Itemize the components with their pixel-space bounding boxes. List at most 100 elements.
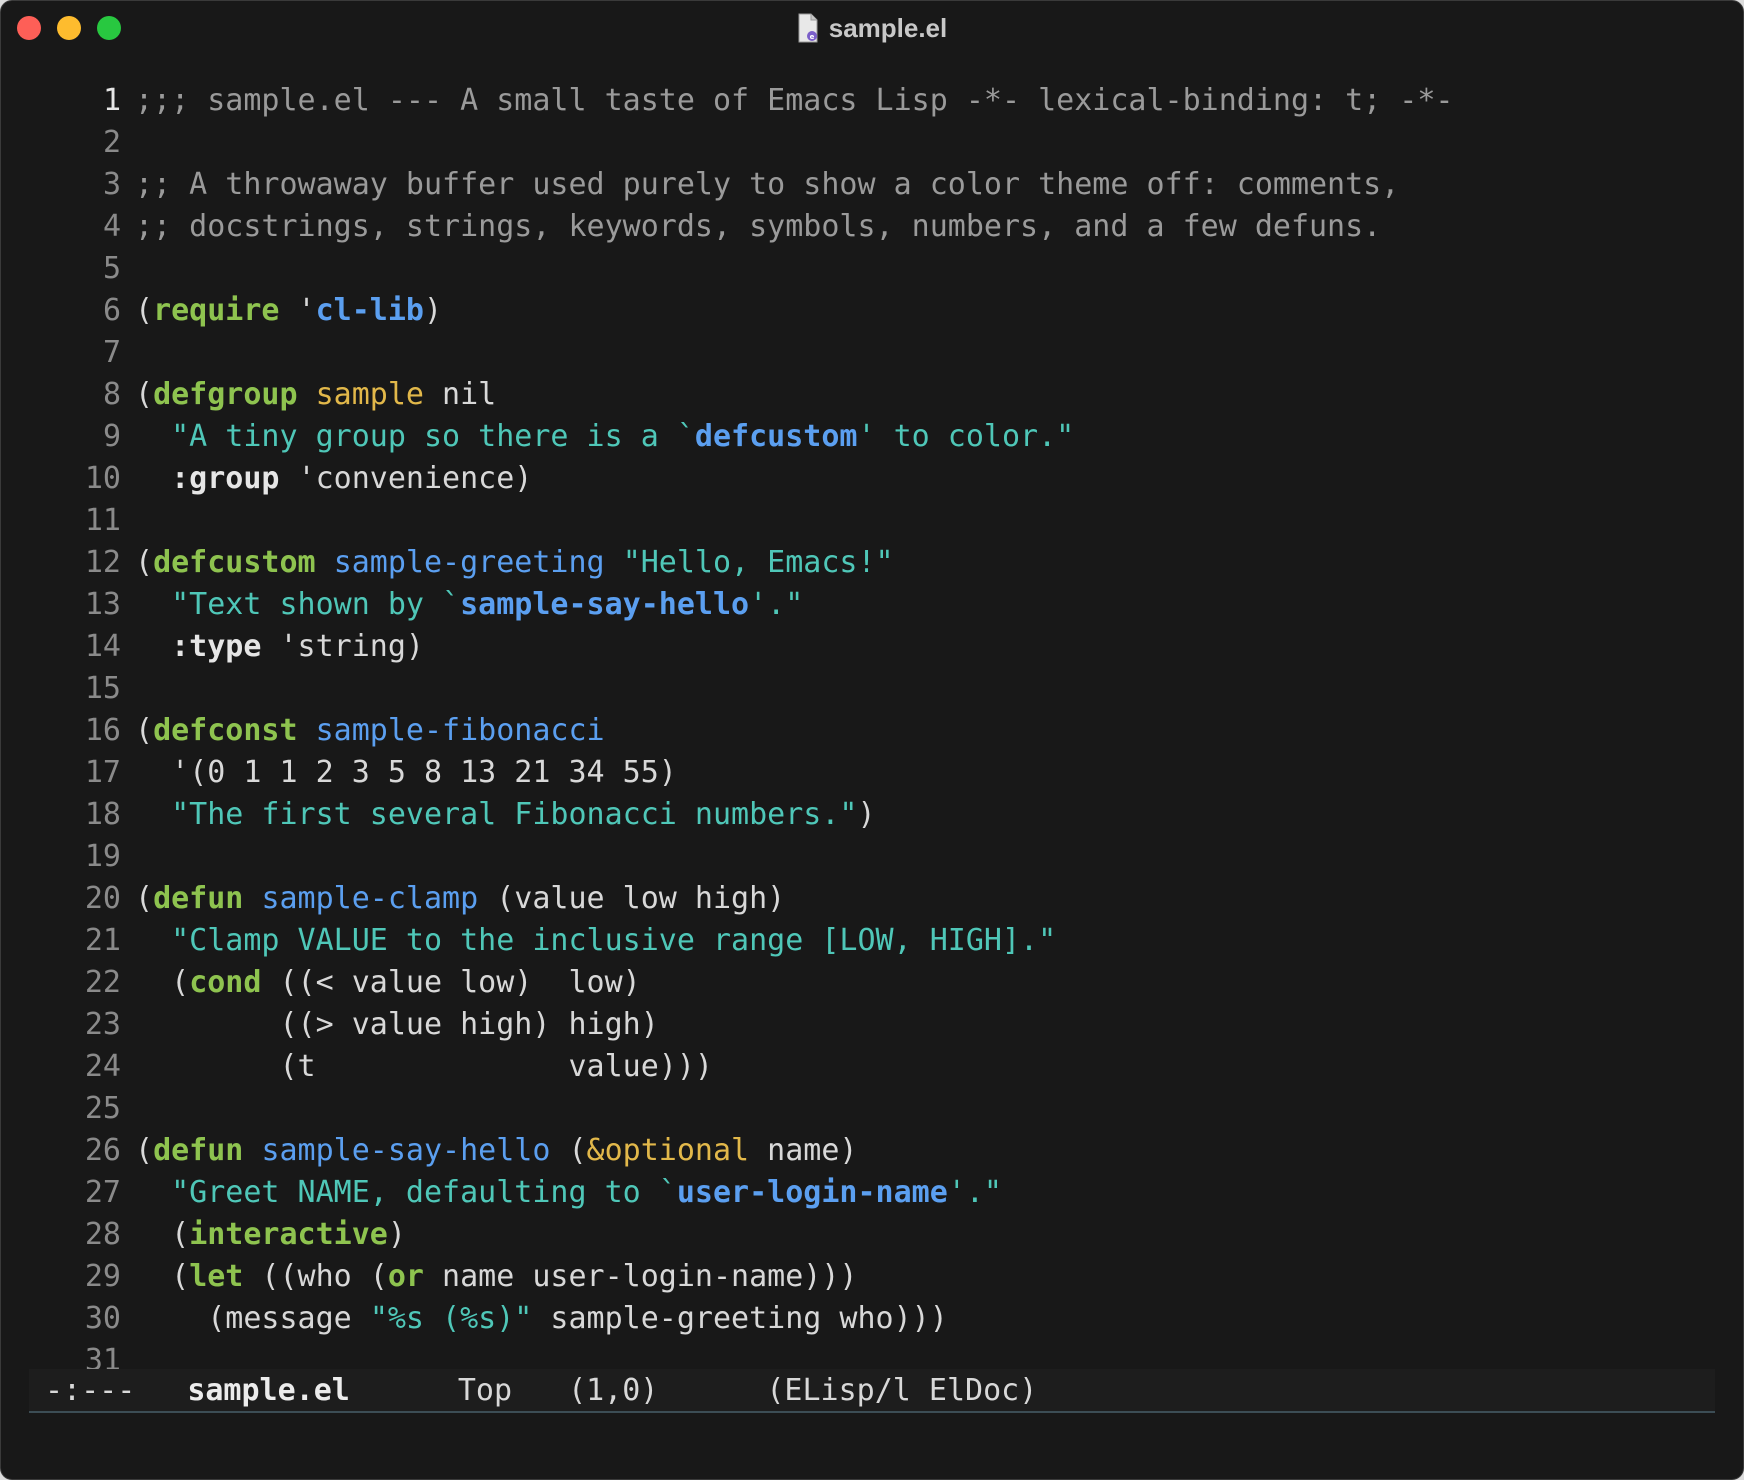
line-number: 5	[102, 251, 121, 286]
code-line[interactable]: 1 ;;; sample.el --- A small taste of Emac…	[29, 80, 1715, 122]
line-number: 6	[102, 293, 121, 328]
line-code: ;;; sample.el --- A small taste of Emacs…	[135, 80, 1454, 122]
code-line[interactable]: 18 "The first several Fibonacci numbers.…	[29, 794, 1715, 836]
line-code: (require 'cl-lib)	[135, 290, 442, 332]
code-line[interactable]: 28 (interactive)	[29, 1214, 1715, 1256]
modeline-position: Top	[457, 1372, 513, 1408]
code-token: )	[387, 1217, 406, 1252]
code-token: name)	[749, 1133, 858, 1168]
code-line[interactable]: 11	[29, 500, 1715, 542]
code-line[interactable]: 22 (cond ((< value low) low)	[29, 962, 1715, 1004]
code-line[interactable]: 19	[29, 836, 1715, 878]
code-line[interactable]: 4 ;; docstrings, strings, keywords, symbo…	[29, 206, 1715, 248]
line-number: 28	[84, 1217, 121, 1252]
code-line[interactable]: 2	[29, 122, 1715, 164]
code-line[interactable]: 3 ;; A throwaway buffer used purely to sh…	[29, 164, 1715, 206]
code-line[interactable]: 6 (require 'cl-lib)	[29, 290, 1715, 332]
code-line[interactable]: 29 (let ((who (or name user-login-name))…	[29, 1256, 1715, 1298]
line-code: (defun sample-say-hello (&optional name)	[135, 1130, 857, 1172]
line-number: 18	[84, 797, 121, 832]
code-line[interactable]: 23 ((> value high) high)	[29, 1004, 1715, 1046]
code-token: cond	[189, 965, 262, 1000]
code-line[interactable]: 13 "Text shown by `sample-say-hello'."	[29, 584, 1715, 626]
code-line[interactable]: 20 (defun sample-clamp (value low high)	[29, 878, 1715, 920]
code-token: (	[135, 545, 154, 580]
code-line[interactable]: 25	[29, 1088, 1715, 1130]
code-token: ;; A throwaway buffer used purely to sho…	[135, 167, 1400, 202]
modeline-modes[interactable]: (ELisp/l ElDoc)	[766, 1373, 1037, 1408]
code-line[interactable]: 14 :type 'string)	[29, 626, 1715, 668]
line-code: :group 'convenience)	[135, 458, 532, 500]
line-number: 31	[84, 1343, 121, 1369]
line-number: 30	[84, 1301, 121, 1336]
code-line[interactable]: 17 '(0 1 1 2 3 5 8 13 21 34 55)	[29, 752, 1715, 794]
code-token: (	[135, 881, 154, 916]
code-token: ;; docstrings, strings, keywords, symbol…	[135, 209, 1382, 244]
line-code: :type 'string)	[135, 626, 424, 668]
code-token: "Clamp VALUE to the inclusive range [LOW…	[171, 923, 1057, 958]
code-token: defun	[153, 881, 244, 916]
code-line[interactable]: 5	[29, 248, 1715, 290]
code-token: ((who (	[243, 1259, 388, 1294]
code-token: sample-clamp	[261, 881, 479, 916]
code-token: ' to color."	[857, 419, 1075, 454]
code-token: require	[153, 293, 280, 328]
code-line[interactable]: 31	[29, 1340, 1715, 1369]
code-line[interactable]: 10 :group 'convenience)	[29, 458, 1715, 500]
code-token: defconst	[153, 713, 298, 748]
code-token: '(0 1 1 2 3 5 8 13 21 34 55)	[135, 755, 677, 790]
code-line[interactable]: 21 "Clamp VALUE to the inclusive range […	[29, 920, 1715, 962]
code-line[interactable]: 27 "Greet NAME, defaulting to `user-logi…	[29, 1172, 1715, 1214]
mode-line[interactable]: -:--- sample.el Top (1,0) (ELisp/l ElDoc…	[29, 1369, 1715, 1413]
line-number: 25	[84, 1091, 121, 1126]
code-token: defun	[153, 1133, 244, 1168]
code-token: "A tiny group so there is a `	[171, 419, 695, 454]
minibuffer[interactable]	[29, 1413, 1715, 1461]
code-line[interactable]: 24 (t value)))	[29, 1046, 1715, 1088]
line-number: 14	[84, 629, 121, 664]
code-token: sample	[315, 377, 424, 412]
line-number: 8	[102, 377, 121, 412]
code-line[interactable]: 12 (defcustom sample-greeting "Hello, Ema…	[29, 542, 1715, 584]
line-code: (defgroup sample nil	[135, 374, 496, 416]
code-token: user-login-name	[676, 1175, 948, 1210]
code-token: sample-fibonacci	[315, 713, 605, 748]
elisp-file-icon: e	[798, 13, 818, 43]
line-number: 20	[84, 881, 121, 916]
code-token: (t value)))	[135, 1049, 713, 1084]
code-line[interactable]: 30 (message "%s (%s)" sample-greeting wh…	[29, 1298, 1715, 1340]
line-number: 27	[84, 1175, 121, 1210]
code-token: ;;; sample.el --- A small taste of Emacs…	[135, 83, 1454, 118]
code-line[interactable]: 9 "A tiny group so there is a `defcustom…	[29, 416, 1715, 458]
code-token: "Hello, Emacs!"	[622, 545, 894, 580]
code-line[interactable]: 7	[29, 332, 1715, 374]
line-code: (let ((who (or name user-login-name)))	[135, 1256, 857, 1298]
code-line[interactable]: 16 (defconst sample-fibonacci	[29, 710, 1715, 752]
line-code: '(0 1 1 2 3 5 8 13 21 34 55)	[135, 752, 677, 794]
code-token: )	[857, 797, 876, 832]
line-code: ;; docstrings, strings, keywords, symbol…	[135, 206, 1381, 248]
line-number: 9	[102, 419, 121, 454]
line-code: "The first several Fibonacci numbers.")	[135, 794, 876, 836]
code-token: sample-greeting	[333, 545, 605, 580]
editor-buffer[interactable]: 1 ;;; sample.el --- A small taste of Emac…	[29, 80, 1715, 1369]
code-token: "Text shown by `	[171, 587, 461, 622]
code-token: (	[135, 1133, 154, 1168]
code-token: sample-greeting who)))	[532, 1301, 948, 1336]
code-token: "Greet NAME, defaulting to `	[171, 1175, 677, 1210]
line-code: (t value)))	[135, 1046, 713, 1088]
line-code: (message "%s (%s)" sample-greeting who))…	[135, 1298, 948, 1340]
line-number: 15	[84, 671, 121, 706]
code-line[interactable]: 8 (defgroup sample nil	[29, 374, 1715, 416]
code-line[interactable]: 15	[29, 668, 1715, 710]
code-line[interactable]: 26 (defun sample-say-hello (&optional nam…	[29, 1130, 1715, 1172]
modeline-buffer-name[interactable]: sample.el	[187, 1373, 350, 1408]
